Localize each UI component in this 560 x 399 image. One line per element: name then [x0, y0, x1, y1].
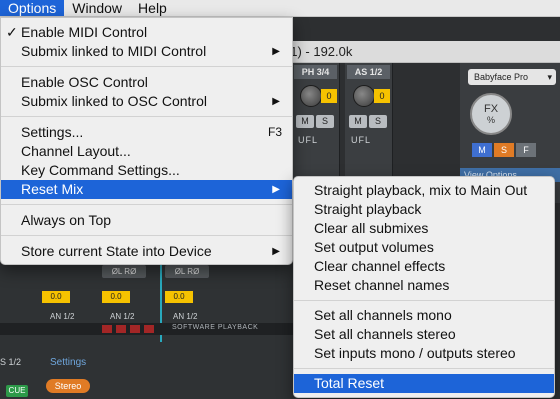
submenu-arrow-icon: ▶ [272, 96, 280, 107]
submenu-item-all-mono[interactable]: Set all channels mono [294, 306, 554, 325]
channel-label: PH 3/4 [294, 65, 337, 79]
playback-scrollbar[interactable]: SOFTWARE PLAYBACK [0, 323, 300, 335]
io-label: UFL [351, 135, 372, 145]
channel-label: AS 1/2 [347, 65, 390, 79]
menu-item-label: Store current State into Device [21, 243, 212, 259]
menu-item-label: Key Command Settings... [21, 162, 180, 178]
master-solo-button[interactable]: S [494, 143, 514, 157]
submenu-item-inputs-mono-outputs-stereo[interactable]: Set inputs mono / outputs stereo [294, 344, 554, 363]
menu-item-label: Enable MIDI Control [21, 24, 148, 40]
fx-unit: % [486, 115, 495, 125]
menu-item-submix-midi[interactable]: Submix linked to MIDI Control ▶ [1, 42, 292, 61]
menu-item-label: Settings... [21, 124, 84, 140]
gain-value: 0 [374, 89, 390, 103]
submenu-item-clear-submixes[interactable]: Clear all submixes [294, 219, 554, 238]
chevron-down-icon: ▾ [547, 72, 552, 82]
phase-button[interactable]: ØL RØ [165, 265, 209, 278]
level-value: 0.0 [42, 291, 70, 303]
menu-item-enable-osc[interactable]: Enable OSC Control [1, 73, 292, 92]
menu-item-key-command-settings[interactable]: Key Command Settings... [1, 161, 292, 180]
channel-label: S 1/2 [0, 357, 22, 367]
mute-indicator [144, 325, 154, 333]
submenu-item-all-stereo[interactable]: Set all channels stereo [294, 325, 554, 344]
menu-separator [294, 368, 554, 369]
menu-item-reset-mix[interactable]: Reset Mix ▶ [1, 180, 292, 199]
shortcut-label: F3 [267, 125, 282, 139]
reset-mix-submenu: Straight playback, mix to Main Out Strai… [293, 176, 555, 398]
submenu-item-set-output-volumes[interactable]: Set output volumes [294, 238, 554, 257]
menubar: Options Window Help [0, 0, 560, 17]
submenu-arrow-icon: ▶ [272, 246, 280, 257]
mute-indicator [130, 325, 140, 333]
menu-item-enable-midi[interactable]: ✓ Enable MIDI Control [1, 23, 292, 42]
submenu-item-straight-playback[interactable]: Straight playback [294, 200, 554, 219]
solo-button[interactable]: S [369, 115, 387, 128]
channel-label: AN 1/2 [173, 312, 198, 321]
gain-value: 0 [321, 89, 337, 103]
submenu-arrow-icon: ▶ [272, 46, 280, 57]
menu-item-label: Always on Top [21, 212, 112, 228]
submenu-item-total-reset[interactable]: Total Reset [294, 374, 554, 393]
menu-item-label: Channel Layout... [21, 143, 131, 159]
menu-item-label: Reset Mix [21, 181, 84, 197]
gain-knob[interactable] [300, 85, 322, 107]
menu-separator [1, 116, 292, 117]
menu-item-store-state[interactable]: Store current State into Device ▶ [1, 242, 292, 261]
stereo-button[interactable]: Stereo [46, 379, 90, 393]
menu-item-label: Submix linked to MIDI Control [21, 43, 207, 59]
mute-indicator [102, 325, 112, 333]
channel-label: AN 1/2 [110, 312, 135, 321]
options-menu: ✓ Enable MIDI Control Submix linked to M… [0, 17, 293, 265]
menu-item-label: Enable OSC Control [21, 74, 148, 90]
menu-options[interactable]: Options [0, 0, 65, 16]
fx-knob[interactable]: FX % [470, 93, 512, 135]
level-value: 0.0 [102, 291, 130, 303]
fx-label: FX [483, 103, 499, 115]
settings-label[interactable]: Settings [50, 357, 86, 368]
software-playback-label: SOFTWARE PLAYBACK [172, 324, 259, 331]
level-value: 0.0 [165, 291, 193, 303]
menu-help[interactable]: Help [130, 0, 175, 16]
checkmark-icon: ✓ [6, 24, 18, 40]
menu-separator [1, 66, 292, 67]
submenu-arrow-icon: ▶ [272, 184, 280, 195]
submenu-item-clear-channel-effects[interactable]: Clear channel effects [294, 257, 554, 276]
device-select-button[interactable]: Babyface Pro ▾ [468, 69, 556, 85]
window-title: 01) - 192.0k [283, 44, 353, 59]
submenu-item-reset-channel-names[interactable]: Reset channel names [294, 276, 554, 295]
master-mute-button[interactable]: M [472, 143, 492, 157]
menu-separator [1, 235, 292, 236]
mute-indicator [116, 325, 126, 333]
submenu-item-straight-playback-main[interactable]: Straight playback, mix to Main Out [294, 181, 554, 200]
menu-item-submix-osc[interactable]: Submix linked to OSC Control ▶ [1, 92, 292, 111]
phase-button[interactable]: ØL RØ [102, 265, 146, 278]
mute-button[interactable]: M [296, 115, 314, 128]
device-name: Babyface Pro [474, 72, 529, 82]
menu-item-always-on-top[interactable]: Always on Top [1, 211, 292, 230]
channel-label: AN 1/2 [50, 312, 75, 321]
menu-separator [1, 204, 292, 205]
menu-window[interactable]: Window [64, 0, 130, 16]
solo-button[interactable]: S [316, 115, 334, 128]
mute-button[interactable]: M [349, 115, 367, 128]
menu-separator [294, 300, 554, 301]
menu-item-label: Submix linked to OSC Control [21, 93, 207, 109]
gain-knob[interactable] [353, 85, 375, 107]
master-f-button[interactable]: F [516, 143, 536, 157]
cue-button[interactable]: CUE [6, 385, 28, 397]
menu-item-settings[interactable]: Settings... F3 [1, 123, 292, 142]
menu-item-channel-layout[interactable]: Channel Layout... [1, 142, 292, 161]
io-label: UFL [298, 135, 319, 145]
